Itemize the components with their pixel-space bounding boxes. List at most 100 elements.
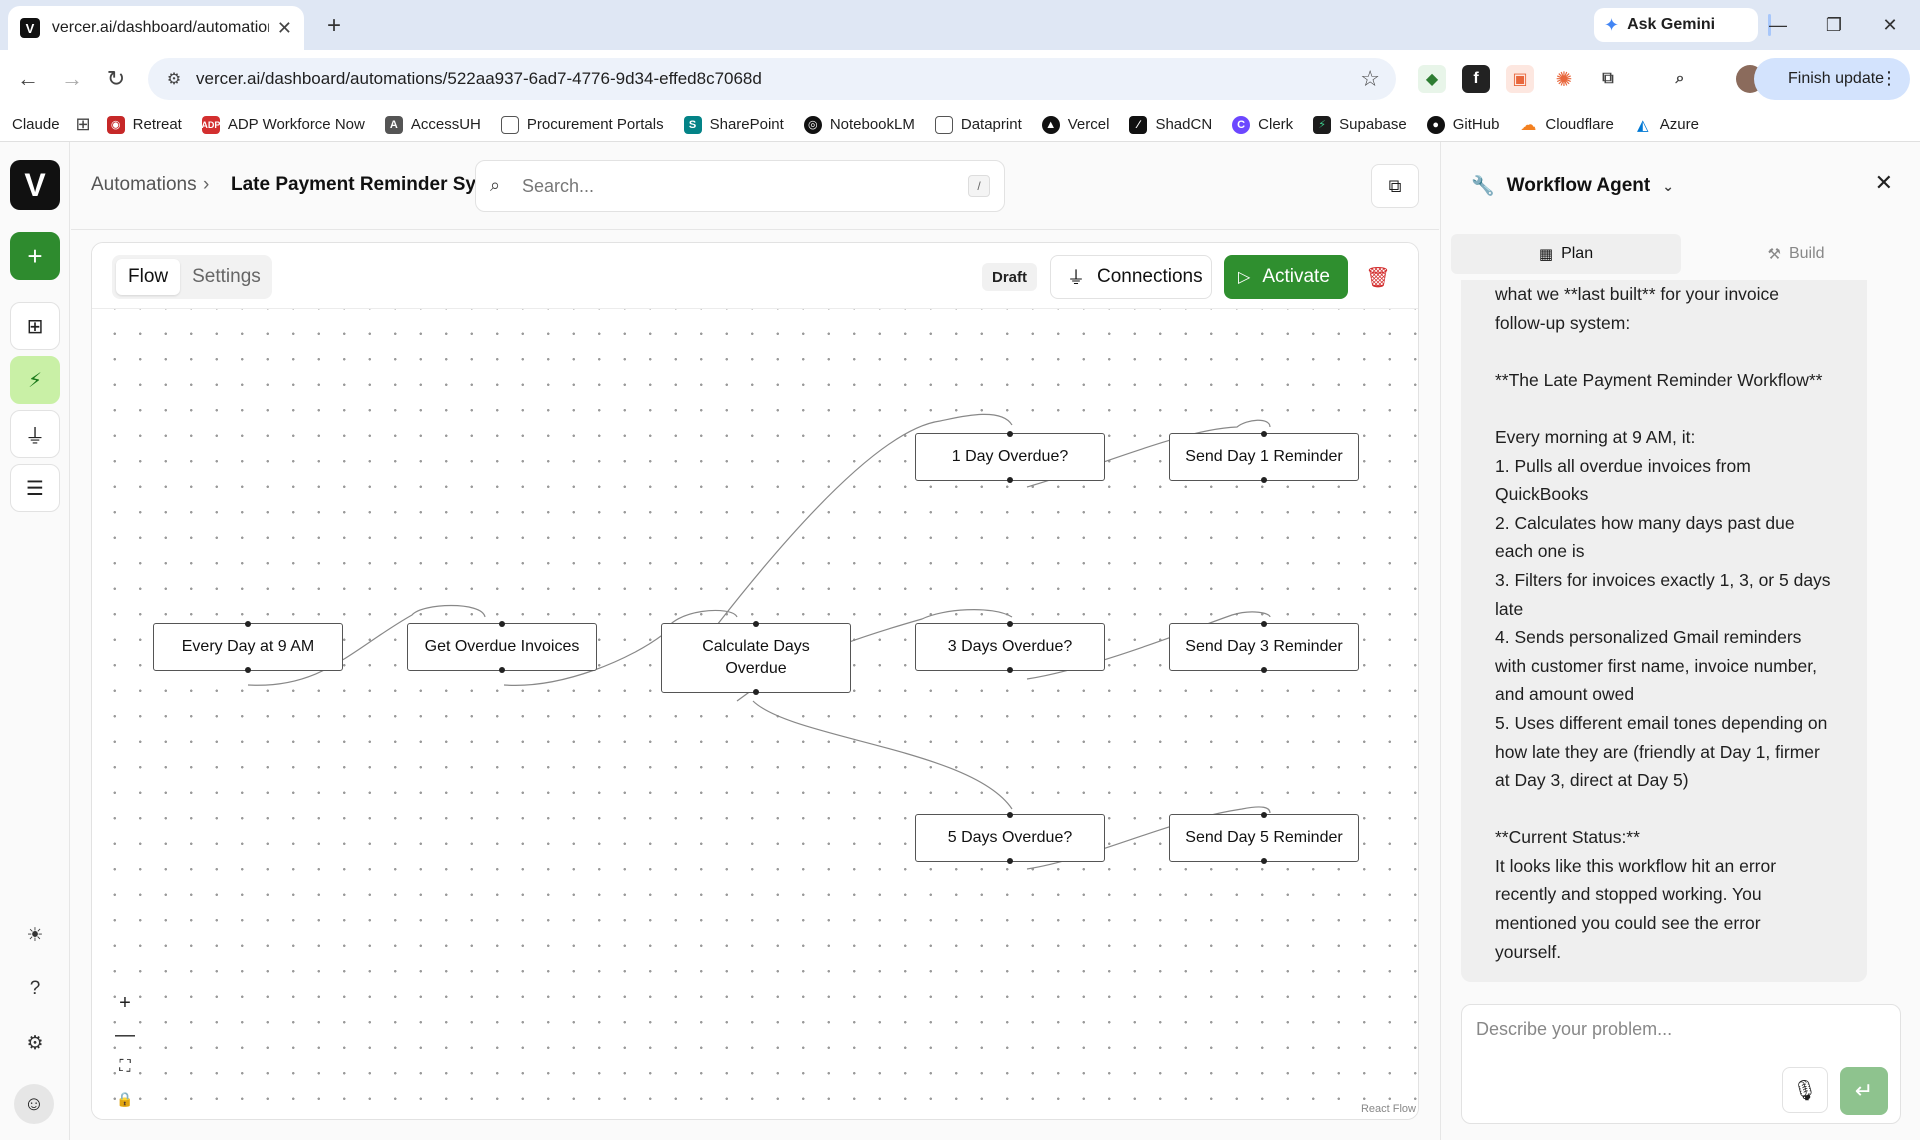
node-handle[interactable] bbox=[1007, 667, 1013, 673]
back-button[interactable]: ← bbox=[12, 63, 44, 95]
bookmark-clerk[interactable]: C Clerk bbox=[1232, 115, 1293, 134]
node-trigger[interactable]: Every Day at 9 AM bbox=[153, 621, 343, 673]
status-badge: Draft bbox=[982, 263, 1038, 291]
close-icon[interactable]: ✕ bbox=[1875, 170, 1893, 196]
node-calculate[interactable]: Calculate Days Overdue bbox=[661, 621, 851, 695]
bookmark-notebooklm[interactable]: ◎ NotebookLM bbox=[803, 115, 915, 134]
more-menu-icon[interactable]: ⋮ bbox=[1880, 68, 1898, 89]
bookmark-adp[interactable]: ADP ADP Workforce Now bbox=[201, 115, 365, 134]
bookmark-sharepoint[interactable]: S SharePoint bbox=[683, 115, 784, 134]
node-handle[interactable] bbox=[1007, 621, 1013, 627]
zoom-in-icon[interactable]: + bbox=[108, 987, 142, 1019]
node-handle[interactable] bbox=[1007, 431, 1013, 437]
bookmark-retreat[interactable]: ◉ Retreat bbox=[106, 115, 182, 134]
new-tab-button[interactable]: + bbox=[318, 10, 350, 42]
accessuh-icon: A bbox=[384, 115, 403, 134]
delete-trash-icon[interactable]: 🗑 bbox=[1364, 263, 1392, 291]
breadcrumb-automations[interactable]: Automations bbox=[91, 174, 197, 196]
connections-plug-icon[interactable]: ⏚ bbox=[10, 410, 60, 458]
zoom-out-icon[interactable]: — bbox=[108, 1019, 142, 1051]
bookmark-dataprint[interactable]: Dataprint bbox=[934, 115, 1022, 134]
new-automation-button[interactable]: + bbox=[10, 232, 60, 280]
bookmark-claude[interactable]: Claude bbox=[12, 116, 60, 133]
search-input[interactable]: ⌕ Search... / bbox=[475, 160, 1005, 212]
node-get-overdue[interactable]: Get Overdue Invoices bbox=[407, 621, 597, 673]
agent-selector[interactable]: 🔧 Workflow Agent ⌄ bbox=[1471, 174, 1674, 198]
node-handle[interactable] bbox=[499, 621, 505, 627]
bookmark-azure[interactable]: ◭ Azure bbox=[1634, 116, 1699, 134]
browser-tab[interactable]: V vercer.ai/dashboard/automation ✕ bbox=[8, 6, 304, 50]
help-icon[interactable]: ? bbox=[20, 974, 50, 1004]
flow-canvas[interactable]: Every Day at 9 AM Get Overdue Invoices C… bbox=[92, 309, 1418, 1119]
react-flow-attribution[interactable]: React Flow bbox=[1361, 1103, 1416, 1115]
extension-pdf-icon[interactable]: ▣ bbox=[1506, 65, 1534, 93]
bookmark-github[interactable]: ● GitHub bbox=[1426, 115, 1499, 134]
node-day3-check[interactable]: 3 Days Overdue? bbox=[915, 621, 1105, 673]
tab-flow[interactable]: Flow bbox=[116, 259, 181, 295]
settings-gear-icon[interactable]: ⚙ bbox=[20, 1028, 50, 1058]
bookmark-accessuh[interactable]: A AccessUH bbox=[384, 115, 481, 134]
node-handle[interactable] bbox=[1007, 812, 1013, 818]
node-handle[interactable] bbox=[1261, 621, 1267, 627]
minimize-button[interactable]: — bbox=[1762, 10, 1794, 40]
tab-settings[interactable]: Settings bbox=[180, 259, 273, 295]
address-bar[interactable]: ⚙ vercer.ai/dashboard/automations/522aa9… bbox=[148, 58, 1396, 100]
bookmark-star-icon[interactable]: ☆ bbox=[1360, 66, 1380, 92]
connections-button[interactable]: ⏚ Connections bbox=[1050, 255, 1212, 299]
bookmark-supabase[interactable]: ⚡ Supabase bbox=[1313, 115, 1407, 134]
logs-scroll-icon[interactable]: ☰ bbox=[10, 464, 60, 512]
node-handle[interactable] bbox=[245, 621, 251, 627]
finish-update-button[interactable]: Finish update ⋮ bbox=[1754, 58, 1910, 100]
bookmark-cloudflare[interactable]: ☁ Cloudflare bbox=[1519, 116, 1613, 134]
open-external-icon[interactable]: ⧉ bbox=[1371, 164, 1419, 208]
tab-search-icon[interactable]: ⌕ bbox=[1666, 65, 1694, 93]
automations-bolt-icon[interactable]: ⚡ bbox=[10, 356, 60, 404]
site-info-icon[interactable]: ⚙ bbox=[162, 67, 186, 91]
node-handle[interactable] bbox=[753, 689, 759, 695]
node-handle[interactable] bbox=[499, 667, 505, 673]
dashboard-grid-icon[interactable]: ⊞ bbox=[10, 302, 60, 350]
node-handle[interactable] bbox=[753, 621, 759, 627]
node-handle[interactable] bbox=[1261, 667, 1267, 673]
node-handle[interactable] bbox=[1261, 431, 1267, 437]
node-day1-check[interactable]: 1 Day Overdue? bbox=[915, 431, 1105, 483]
forward-button[interactable]: → bbox=[56, 63, 88, 95]
lock-icon[interactable]: 🔒 bbox=[108, 1083, 142, 1115]
fit-view-icon[interactable]: ⛶ bbox=[108, 1051, 142, 1083]
maximize-button[interactable]: ❐ bbox=[1818, 10, 1850, 40]
node-send-day1[interactable]: Send Day 1 Reminder bbox=[1169, 431, 1359, 483]
theme-sun-icon[interactable]: ☀ bbox=[20, 920, 50, 950]
tab-plan[interactable]: ▦ Plan bbox=[1451, 234, 1681, 274]
chat-input[interactable]: Describe your problem... 🎙 ↵ bbox=[1461, 1004, 1901, 1124]
user-avatar[interactable]: ☺ bbox=[14, 1084, 54, 1124]
node-handle[interactable] bbox=[1261, 858, 1267, 864]
vercer-logo[interactable]: V bbox=[10, 160, 60, 210]
bookmark-shadcn[interactable]: ∕ ShadCN bbox=[1129, 115, 1212, 134]
bookmark-procurement[interactable]: Procurement Portals bbox=[500, 115, 664, 134]
reload-button[interactable]: ↻ bbox=[100, 63, 132, 95]
extension-f-icon[interactable]: f bbox=[1462, 65, 1490, 93]
node-day5-check[interactable]: 5 Days Overdue? bbox=[915, 812, 1105, 864]
bookmark-label: Supabase bbox=[1339, 116, 1407, 133]
node-send-day3[interactable]: Send Day 3 Reminder bbox=[1169, 621, 1359, 673]
extensions-puzzle-icon[interactable]: ⧉ bbox=[1594, 65, 1622, 93]
tab-close-icon[interactable]: ✕ bbox=[277, 18, 292, 39]
window-close-button[interactable]: ✕ bbox=[1874, 10, 1906, 40]
microphone-icon[interactable]: 🎙 bbox=[1782, 1067, 1828, 1113]
ask-gemini-button[interactable]: ✦ Ask Gemini bbox=[1594, 8, 1758, 42]
node-handle[interactable] bbox=[1007, 858, 1013, 864]
tab-build[interactable]: ⚒ Build bbox=[1681, 234, 1911, 274]
send-button[interactable]: ↵ bbox=[1840, 1067, 1888, 1115]
bookmark-vercel[interactable]: ▲ Vercel bbox=[1041, 115, 1109, 134]
node-handle[interactable] bbox=[1261, 812, 1267, 818]
node-send-day5[interactable]: Send Day 5 Reminder bbox=[1169, 812, 1359, 864]
node-handle[interactable] bbox=[1007, 477, 1013, 483]
apps-grid-icon[interactable]: ⊞ bbox=[76, 114, 91, 135]
extension-claude-icon[interactable]: ✺ bbox=[1550, 65, 1578, 93]
activate-button[interactable]: ▷ Activate bbox=[1224, 255, 1348, 299]
extension-icon[interactable]: ◆ bbox=[1418, 65, 1446, 93]
bookmark-label: NotebookLM bbox=[829, 116, 915, 133]
tab-plan-label: Plan bbox=[1561, 245, 1594, 262]
node-handle[interactable] bbox=[1261, 477, 1267, 483]
node-handle[interactable] bbox=[245, 667, 251, 673]
